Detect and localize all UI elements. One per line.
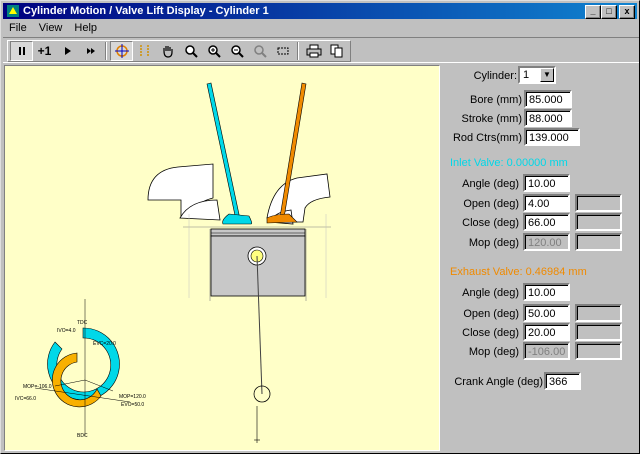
menu-help[interactable]: Help <box>68 20 103 36</box>
zoom-disabled-icon <box>253 45 267 58</box>
exhaust-close-extra-field <box>575 323 622 341</box>
valve-view-button[interactable] <box>133 41 156 61</box>
intake-mop-label: Mop (deg) <box>468 237 519 249</box>
zoom-rect-button[interactable] <box>271 41 294 61</box>
rod-centers-label: Rod Ctrs(mm) <box>452 132 522 144</box>
hand-icon <box>162 46 173 58</box>
evc-label: EVC=20.0 <box>93 341 116 347</box>
exhaust-open-extra-field <box>575 304 622 322</box>
inlet-valve-title: Inlet Valve: 0.00000 mm <box>450 157 568 169</box>
cylinder-view-button[interactable] <box>110 41 133 61</box>
crosshair-icon <box>114 44 129 58</box>
valve-timing-diagram: TDC IVO=4.0 EVC=20.0 MOP=-106.0 IVC=66.0… <box>15 299 146 439</box>
toolbar-separator <box>105 42 107 60</box>
exhaust-open-input[interactable]: 50.00 <box>523 304 570 322</box>
intake-mop-extra-field <box>575 233 622 251</box>
printer-icon <box>306 44 321 58</box>
exhaust-mop-input: -106.00 <box>523 342 570 360</box>
chevron-down-icon[interactable]: ▼ <box>540 68 554 82</box>
pan-button[interactable] <box>156 41 179 61</box>
intake-open-label: Open (deg) <box>463 198 519 210</box>
window-title: Cylinder Motion / Valve Lift Display - C… <box>23 5 269 17</box>
exhaust-angle-label: Angle (deg) <box>462 287 519 299</box>
exhaust-angle-input[interactable]: 10.00 <box>523 283 570 301</box>
playback-controls: +1 <box>7 40 351 62</box>
tdc-label: TDC <box>77 320 88 326</box>
fast-forward-icon <box>86 48 95 54</box>
mop-exhaust-label: MOP=-106.0 <box>23 384 52 390</box>
intake-mop-input: 120.00 <box>523 233 570 251</box>
copy-button[interactable] <box>325 41 348 61</box>
evo-label: EVO=50.0 <box>121 402 144 408</box>
menu-file[interactable]: File <box>3 20 33 36</box>
bore-label: Bore (mm) <box>470 94 522 106</box>
zoom-button[interactable] <box>179 41 202 61</box>
play-button[interactable] <box>56 41 79 61</box>
stroke-input[interactable]: 88.000 <box>524 109 572 127</box>
zoom-in-button[interactable] <box>202 41 225 61</box>
rod-centers-input[interactable]: 139.000 <box>524 128 580 146</box>
ivc-label: IVC=66.0 <box>15 396 36 402</box>
exhaust-mop-label: Mop (deg) <box>468 346 519 358</box>
toolbar: +1 <box>3 37 639 63</box>
intake-valve-head <box>222 213 252 225</box>
fast-forward-button[interactable] <box>79 41 102 61</box>
close-button[interactable]: x <box>619 5 635 19</box>
parameters-panel: Cylinder: 1 ▼ Bore (mm) 85.000 Stroke (m… <box>441 65 639 451</box>
pause-icon <box>18 47 25 55</box>
engine-diagram: TDC IVO=4.0 EVC=20.0 MOP=-106.0 IVC=66.0… <box>15 82 331 443</box>
intake-angle-label: Angle (deg) <box>462 178 519 190</box>
zoom-in-icon <box>207 45 221 58</box>
stroke-label: Stroke (mm) <box>461 113 523 125</box>
exhaust-open-label: Open (deg) <box>463 308 519 320</box>
maximize-button[interactable]: □ <box>601 5 617 19</box>
intake-close-extra-field <box>575 213 622 231</box>
crank-angle-input[interactable]: 366 <box>544 372 581 390</box>
cylinder-select-value: 1 <box>523 69 530 81</box>
cylinder-label: Cylinder: <box>473 70 517 82</box>
mop-intake-label: MOP=120.0 <box>119 394 146 400</box>
piston-crown <box>210 228 306 237</box>
menu-bar: File View Help <box>3 20 103 36</box>
exhaust-mop-extra-field <box>575 342 622 360</box>
bore-input[interactable]: 85.000 <box>524 90 572 108</box>
intake-angle-input[interactable]: 10.00 <box>523 174 570 192</box>
app-icon <box>7 5 19 17</box>
intake-close-label: Close (deg) <box>462 217 519 229</box>
print-button[interactable] <box>302 41 325 61</box>
copy-icon <box>330 44 342 58</box>
engine-diagram-canvas[interactable]: TDC IVO=4.0 EVC=20.0 MOP=-106.0 IVC=66.0… <box>4 65 440 451</box>
zoom-rect-icon <box>277 47 288 55</box>
intake-valve-stem <box>206 82 241 221</box>
step-button[interactable]: +1 <box>33 41 56 61</box>
valve-lift-icon <box>139 45 149 57</box>
exhaust-valve-title: Exhaust Valve: 0.46984 mm <box>450 266 587 278</box>
zoom-out-button[interactable] <box>225 41 248 61</box>
ivo-label: IVO=4.0 <box>57 328 76 334</box>
intake-close-input[interactable]: 66.00 <box>523 213 570 231</box>
zoom-reset-button[interactable] <box>248 41 271 61</box>
bdc-label: BDC <box>77 433 88 439</box>
title-bar[interactable]: Cylinder Motion / Valve Lift Display - C… <box>3 3 637 19</box>
pause-button[interactable] <box>10 41 33 61</box>
cylinder-select[interactable]: 1 ▼ <box>518 66 556 84</box>
exhaust-close-label: Close (deg) <box>462 327 519 339</box>
application-window: Cylinder Motion / Valve Lift Display - C… <box>0 0 640 454</box>
menu-view[interactable]: View <box>33 20 69 36</box>
play-icon <box>64 47 71 55</box>
zoom-icon <box>184 45 198 58</box>
minimize-button[interactable]: _ <box>585 5 601 19</box>
crank-angle-label: Crank Angle (deg) <box>454 376 543 388</box>
zoom-out-icon <box>230 45 244 58</box>
exhaust-close-input[interactable]: 20.00 <box>523 323 570 341</box>
toolbar-separator <box>297 42 299 60</box>
intake-open-extra-field <box>575 194 622 212</box>
intake-open-input[interactable]: 4.00 <box>523 194 570 212</box>
